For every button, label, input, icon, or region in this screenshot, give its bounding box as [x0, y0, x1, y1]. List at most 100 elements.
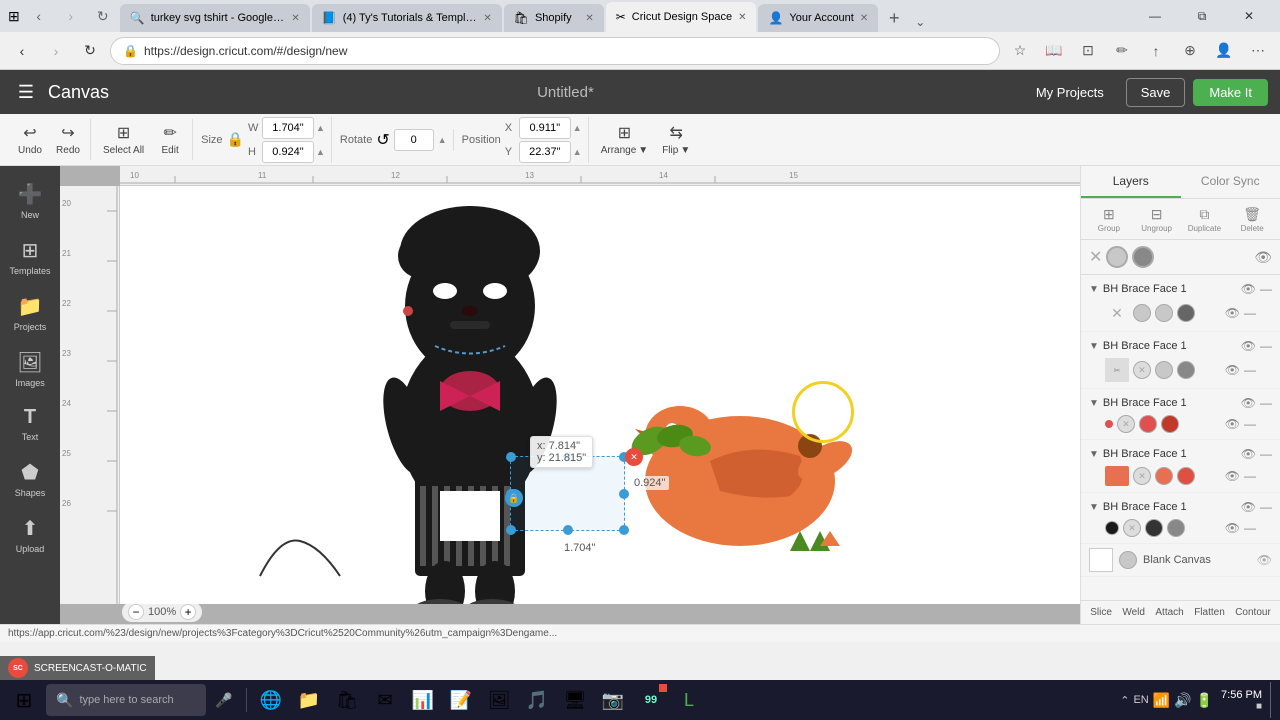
selection-close-btn[interactable]: ✕: [625, 448, 643, 466]
edit-btn[interactable]: ✏ Edit: [152, 119, 188, 160]
tray-arrow[interactable]: ⌃: [1120, 694, 1129, 707]
layer-2-color2[interactable]: [1177, 361, 1195, 379]
rotate-input[interactable]: [394, 129, 434, 151]
layer-5-header[interactable]: ▼ BH Brace Face 1 👁 —: [1089, 497, 1272, 517]
close-btn[interactable]: ✕: [1226, 0, 1272, 32]
layer-5-color2[interactable]: [1167, 519, 1185, 537]
tab5-close[interactable]: ✕: [860, 13, 868, 24]
layer-5-color1[interactable]: [1145, 519, 1163, 537]
y-stepper[interactable]: ▲: [573, 147, 582, 157]
layer-1-header[interactable]: ▼ BH Brace Face 1 👁 —: [1089, 279, 1272, 299]
layer-1-eye[interactable]: 👁: [1241, 282, 1256, 296]
tab1-close[interactable]: ✕: [291, 13, 299, 24]
layer-2-eye[interactable]: 👁: [1241, 339, 1256, 353]
layer-4-menu[interactable]: —: [1260, 447, 1272, 461]
layer-1-sub-menu[interactable]: —: [1244, 306, 1256, 320]
handle-bc[interactable]: [563, 525, 573, 535]
back-nav-btn[interactable]: ‹: [8, 37, 36, 65]
delete-panel-btn[interactable]: 🗑 Delete: [1232, 203, 1272, 235]
tab-layers[interactable]: Layers: [1081, 166, 1181, 198]
group-btn[interactable]: ⊞ Group: [1089, 203, 1129, 235]
layer-1-color1[interactable]: [1155, 304, 1173, 322]
taskbar-app-store[interactable]: 🛍: [329, 682, 365, 718]
layer-2-menu[interactable]: —: [1260, 339, 1272, 353]
make-it-btn[interactable]: Make It: [1193, 79, 1268, 106]
rotate-stepper[interactable]: ▲: [438, 135, 447, 145]
layer-1-eye2[interactable]: 👁: [1225, 306, 1240, 320]
blank-canvas-eye[interactable]: 👁: [1257, 553, 1272, 567]
flatten-btn[interactable]: Flatten: [1190, 605, 1229, 620]
system-tray[interactable]: ⌃ EN 📶 🔊 🔋: [1120, 692, 1213, 709]
color-circle-dark[interactable]: [1132, 246, 1154, 268]
zoom-out-btn[interactable]: −: [128, 604, 144, 620]
weld-btn[interactable]: Weld: [1118, 605, 1149, 620]
layer-4-color1[interactable]: [1155, 467, 1173, 485]
tray-wifi[interactable]: 📶: [1153, 692, 1170, 709]
tab2-close[interactable]: ✕: [483, 13, 491, 24]
tray-battery[interactable]: 🔋: [1196, 692, 1213, 709]
layer-3-color1[interactable]: [1139, 415, 1157, 433]
my-projects-btn[interactable]: My Projects: [1022, 79, 1118, 106]
taskbar-search[interactable]: 🔍 type here to search: [46, 684, 206, 716]
sidebar-item-shapes[interactable]: ⬟ Shapes: [3, 452, 57, 506]
layer-3-eye[interactable]: 👁: [1241, 396, 1256, 410]
taskbar-mic[interactable]: 🎤: [208, 684, 240, 716]
width-input[interactable]: [262, 117, 314, 139]
h-stepper-up[interactable]: ▲: [316, 147, 325, 157]
sidebar-item-templates[interactable]: ⊞ Templates: [3, 230, 57, 284]
handle-bl[interactable]: [506, 525, 516, 535]
layer-5-eye2[interactable]: 👁: [1225, 521, 1240, 535]
layer-4-eye[interactable]: 👁: [1241, 447, 1256, 461]
tab-color-sync[interactable]: Color Sync: [1181, 166, 1280, 198]
start-btn[interactable]: ⊞: [4, 682, 44, 718]
tab4-close[interactable]: ✕: [738, 12, 746, 23]
layer-5-menu[interactable]: —: [1260, 500, 1272, 514]
more-btn[interactable]: ⋯: [1244, 37, 1272, 65]
duplicate-btn[interactable]: ⧉ Duplicate: [1184, 203, 1224, 235]
url-input[interactable]: 🔒 https://design.cricut.com/#/design/new: [110, 37, 1000, 65]
flip-btn[interactable]: ⇆ Flip▼: [656, 119, 696, 160]
forward-btn[interactable]: ›: [58, 3, 84, 29]
layer-4-eye2[interactable]: 👁: [1225, 469, 1240, 483]
ungroup-btn[interactable]: ⊟ Ungroup: [1137, 203, 1177, 235]
taskbar-app-browser1[interactable]: 🌐: [253, 682, 289, 718]
maximize-btn[interactable]: ⧉: [1179, 0, 1225, 32]
taskbar-app-monitor[interactable]: 🖥: [557, 682, 593, 718]
redo-btn[interactable]: ↪ Redo: [50, 119, 86, 160]
zoom-in-btn[interactable]: +: [180, 604, 196, 620]
hamburger-menu[interactable]: ☰: [12, 78, 40, 106]
layer-3-eye2[interactable]: 👁: [1225, 417, 1240, 431]
layer-2-color1[interactable]: [1155, 361, 1173, 379]
sidebar-item-projects[interactable]: 📁 Projects: [3, 286, 57, 340]
bookmark-btn[interactable]: ☆: [1006, 37, 1034, 65]
layer-3-sub-menu[interactable]: —: [1244, 417, 1256, 431]
tab3-close[interactable]: ✕: [585, 13, 593, 24]
layer-3-color2[interactable]: [1161, 415, 1179, 433]
eye-icon-top[interactable]: 👁: [1254, 249, 1272, 266]
handle-br[interactable]: [619, 525, 629, 535]
profile-btn[interactable]: 👤: [1210, 37, 1238, 65]
tray-sound[interactable]: 🔊: [1174, 692, 1191, 709]
tab-tutorials[interactable]: 📘 (4) Ty's Tutorials & Templat... ✕: [312, 4, 502, 32]
taskbar-app-99[interactable]: 99: [633, 682, 669, 718]
reading-btn[interactable]: 📖: [1040, 37, 1068, 65]
sidebar-item-images[interactable]: 🖼 Images: [3, 342, 57, 396]
layer-2-header[interactable]: ▼ BH Brace Face 1 👁 —: [1089, 336, 1272, 356]
new-tab-btn[interactable]: +: [880, 4, 908, 32]
screenshot-btn[interactable]: ✏: [1108, 37, 1136, 65]
undo-btn[interactable]: ↩ Undo: [12, 119, 48, 160]
layer-3-header[interactable]: ▼ BH Brace Face 1 👁 —: [1089, 393, 1272, 413]
select-all-btn[interactable]: ⊞ Select All: [97, 119, 150, 160]
layer-2-eye2[interactable]: 👁: [1225, 363, 1240, 377]
layer-4-color2[interactable]: [1177, 467, 1195, 485]
x-stepper[interactable]: ▲: [573, 123, 582, 133]
layer-5-eye[interactable]: 👁: [1241, 500, 1256, 514]
save-btn[interactable]: Save: [1126, 78, 1186, 107]
canvas-content[interactable]: x: 7.814" y: 21.815" 1.704" 0.924" 🔒 ✕: [120, 186, 1080, 604]
taskbar-app-green[interactable]: L: [671, 682, 707, 718]
forward-nav-btn[interactable]: ›: [42, 37, 70, 65]
x-input[interactable]: [519, 117, 571, 139]
attach-btn[interactable]: Attach: [1151, 605, 1187, 620]
taskbar-clock[interactable]: 7:56 PM ■: [1221, 689, 1262, 712]
taskbar-app-photos[interactable]: 🖼: [481, 682, 517, 718]
